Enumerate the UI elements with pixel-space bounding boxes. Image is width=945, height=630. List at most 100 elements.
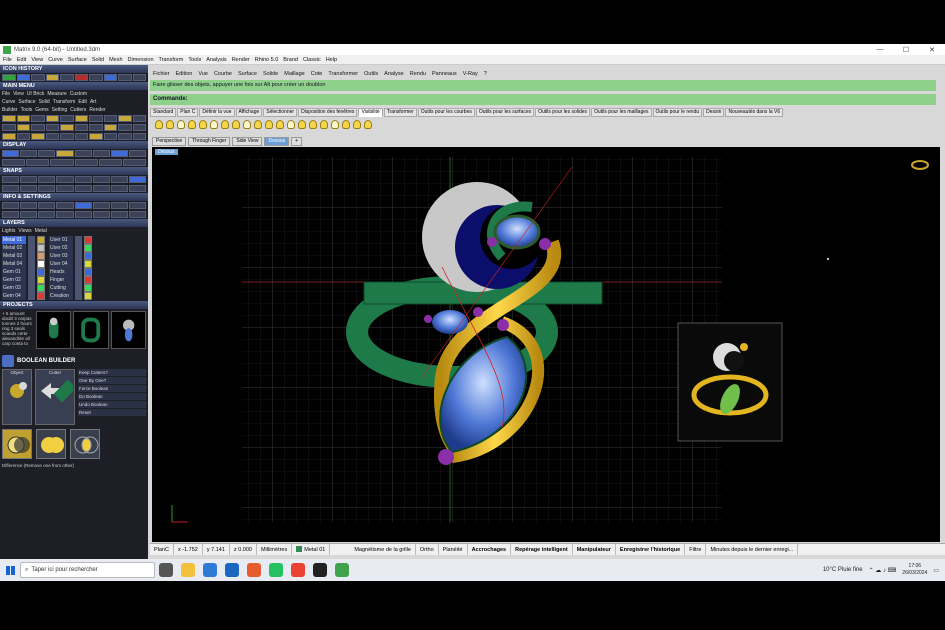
tool-icon[interactable] (2, 133, 16, 140)
layer-row[interactable]: User 03 (49, 252, 92, 260)
lightbulb-icon[interactable] (177, 119, 185, 129)
history-tool-icon[interactable] (2, 74, 16, 81)
layer-row[interactable]: Gem 01 (2, 268, 45, 276)
tool-icon[interactable] (103, 124, 117, 131)
tool-icon[interactable] (118, 115, 132, 122)
taskbar-search[interactable]: ⌕ Taper ici pour rechercher (20, 562, 155, 578)
menu-rhino[interactable]: Rhino 5.0 (255, 57, 279, 63)
snaps-header[interactable]: SNAPS (0, 167, 148, 175)
snap-icon[interactable] (2, 185, 20, 192)
clock[interactable]: 17:06 26/03/2024 (902, 563, 927, 577)
layer-visibility-icon[interactable] (28, 252, 35, 260)
menu-mesh[interactable]: Mesh (109, 57, 122, 63)
toolbar-tab[interactable]: Définir la vue (199, 108, 235, 117)
force-boolean-option[interactable]: Force Boolean (78, 385, 146, 392)
display-mode-icon[interactable] (122, 159, 147, 166)
info-icon[interactable] (110, 211, 128, 218)
main-menu-item[interactable]: Builder (2, 106, 18, 114)
toolbar-tab[interactable]: Nouveautés dans la V6 (725, 108, 784, 117)
info-icon[interactable] (38, 202, 56, 209)
layer-row[interactable]: User 02 (49, 244, 92, 252)
tool-icon[interactable] (132, 115, 146, 122)
info-icon[interactable] (2, 211, 20, 218)
rhino-menu-cote[interactable]: Cote (311, 71, 323, 77)
rhino-menu-vray[interactable]: V-Ray (463, 71, 478, 77)
layer-visibility-icon[interactable] (75, 268, 82, 276)
project-thumbnail[interactable] (36, 311, 72, 349)
one-by-one-option[interactable]: One By One? (78, 377, 146, 384)
layers-views-button[interactable]: Views (18, 227, 31, 235)
main-menu-item[interactable]: Cutters (70, 106, 86, 114)
display-mode-icon[interactable] (38, 150, 56, 157)
menu-classic[interactable]: Classic (303, 57, 321, 63)
info-icon[interactable] (110, 202, 128, 209)
edge-icon[interactable] (203, 563, 217, 577)
toolbar-tab[interactable]: Outils pour le rendu (652, 108, 703, 117)
info-settings-header[interactable]: INFO & SETTINGS (0, 193, 148, 201)
lightbulb-icon[interactable] (298, 119, 306, 129)
tool-icon[interactable] (45, 115, 59, 122)
layer-color-swatch[interactable] (37, 244, 45, 252)
snap-icon[interactable] (20, 176, 38, 183)
layers-header[interactable]: LAYERS (0, 219, 148, 227)
rhino-menu-maillage[interactable]: Maillage (284, 71, 304, 77)
file-explorer-icon[interactable] (181, 563, 195, 577)
layer-color-swatch[interactable] (84, 260, 92, 268)
tool-icon[interactable] (2, 115, 16, 122)
rhino-menu-vue[interactable]: Vue (198, 71, 208, 77)
lightbulb-icon[interactable] (320, 119, 328, 129)
tool-icon[interactable] (74, 133, 88, 140)
main-menu-item[interactable]: Curve (2, 98, 15, 106)
menu-dimension[interactable]: Dimension (128, 57, 154, 63)
status-history[interactable]: Enregistrer l'historique (616, 544, 686, 555)
tool-icon[interactable] (132, 124, 146, 131)
reset-button[interactable]: Reset (78, 409, 146, 416)
mail-icon[interactable] (225, 563, 239, 577)
snap-icon[interactable] (74, 185, 92, 192)
main-menu-item[interactable]: View (13, 90, 24, 98)
tool-icon[interactable] (89, 133, 103, 140)
status-layer[interactable]: Metal 01 (292, 544, 331, 555)
info-icon[interactable] (20, 211, 38, 218)
layer-visibility-icon[interactable] (28, 260, 35, 268)
layer-color-swatch[interactable] (37, 236, 45, 244)
toolbar-tab[interactable]: Disposition des fenêtres (298, 108, 358, 117)
tool-icon[interactable] (45, 124, 59, 131)
menu-tools[interactable]: Tools (188, 57, 201, 63)
history-tool-icon[interactable] (31, 74, 45, 81)
tool-icon[interactable] (74, 115, 88, 122)
layer-color-swatch[interactable] (84, 284, 92, 292)
menu-curve[interactable]: Curve (48, 57, 63, 63)
layer-row[interactable]: Gem 03 (2, 284, 45, 292)
tool-icon[interactable] (89, 124, 103, 131)
lightbulb-icon[interactable] (166, 119, 174, 129)
info-icon[interactable] (128, 211, 146, 218)
menu-transform[interactable]: Transform (159, 57, 184, 63)
display-mode-icon[interactable] (26, 159, 50, 166)
rhino-menu-fichier[interactable]: Fichier (153, 71, 170, 77)
layer-visibility-icon[interactable] (75, 284, 82, 292)
lightbulb-icon[interactable] (276, 119, 284, 129)
start-button[interactable] (0, 559, 20, 581)
lightbulb-icon[interactable] (210, 119, 218, 129)
snap-icon[interactable] (38, 185, 56, 192)
status-gumball[interactable]: Manipulateur (573, 544, 616, 555)
tool-icon[interactable] (2, 124, 16, 131)
projects-header[interactable]: PROJECTS (0, 301, 148, 309)
tool-icon[interactable] (103, 133, 117, 140)
tool-icon[interactable] (16, 124, 30, 131)
lightbulb-icon[interactable] (199, 119, 207, 129)
display-mode-icon[interactable] (98, 159, 122, 166)
layer-row[interactable]: Heads (49, 268, 92, 276)
rhino-menu-analyse[interactable]: Analyse (384, 71, 404, 77)
viewport-label[interactable]: Dessus (155, 149, 178, 155)
add-viewport-button[interactable]: + (291, 137, 303, 146)
status-filter[interactable]: Filtre (685, 544, 707, 555)
boolean-intersection-button[interactable] (70, 429, 100, 459)
project-thumbnail[interactable] (73, 311, 109, 349)
display-mode-icon[interactable] (74, 159, 98, 166)
main-menu-header[interactable]: MAIN MENU (0, 82, 148, 90)
snap-icon[interactable] (128, 185, 146, 192)
layer-color-swatch[interactable] (37, 252, 45, 260)
tool-icon[interactable] (60, 115, 74, 122)
